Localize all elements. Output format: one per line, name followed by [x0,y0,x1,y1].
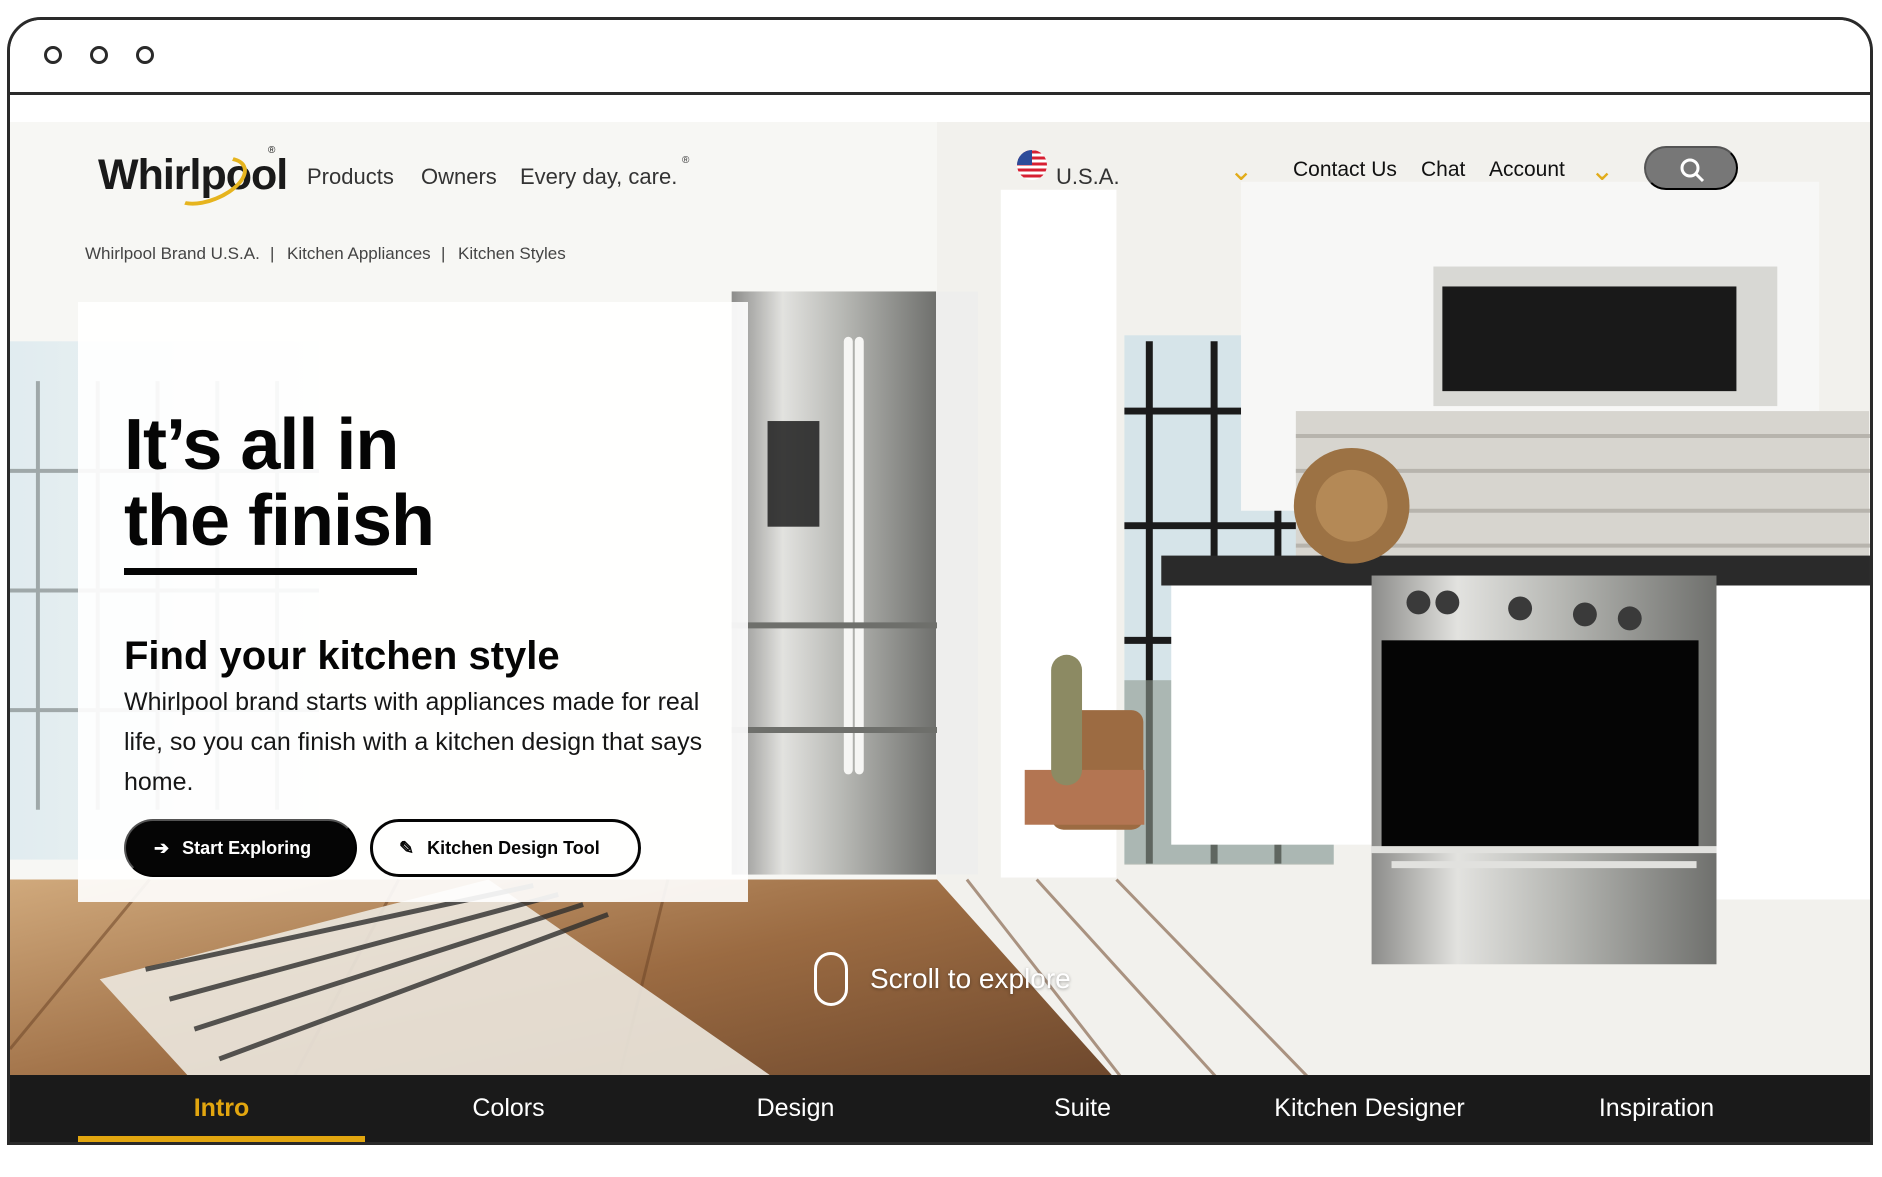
hero-title: It’s all in the finish [124,407,504,559]
hero-description: Whirlpool brand starts with appliances m… [124,688,703,796]
kitchen-design-tool-button[interactable]: ✎ Kitchen Design Tool [370,819,641,877]
pencil-icon: ✎ [399,837,415,858]
chat-link[interactable]: Chat [1421,158,1465,182]
start-exploring-button[interactable]: ➔ Start Exploring [124,819,357,877]
search-icon [1680,158,1705,183]
section-tab-suite[interactable]: Suite [939,1075,1226,1142]
account-link[interactable]: Account [1489,158,1565,182]
maximize-window-dot[interactable] [136,46,154,64]
minimize-window-dot[interactable] [90,46,108,64]
kitchen-design-tool-label: Kitchen Design Tool [427,837,600,858]
section-tab-colors[interactable]: Colors [365,1075,652,1142]
start-exploring-label: Start Exploring [182,837,312,858]
section-tab-inspiration[interactable]: Inspiration [1513,1075,1800,1142]
browser-window: Whirlpool ® Products Owners Every day, c… [7,17,1873,1145]
breadcrumb-separator: | [270,244,275,263]
logo-registered-mark: ® [268,145,276,156]
nav-products[interactable]: Products [307,164,394,190]
section-tab-kitchen-designer[interactable]: Kitchen Designer [1226,1075,1513,1142]
nav-owners[interactable]: Owners [421,164,497,190]
breadcrumb-kitchen-appliances[interactable]: Kitchen Appliances [287,244,431,264]
usa-flag-icon[interactable] [1016,149,1048,181]
contact-us-link[interactable]: Contact Us [1293,158,1397,182]
every-day-care-registered-mark: ® [682,155,690,166]
arrow-right-icon: ➔ [154,837,170,858]
account-chevron-down-icon[interactable]: ⌄ [1590,157,1614,186]
hero-title-line-2: the finish [124,481,435,562]
hero-content-panel [78,302,748,902]
scroll-to-explore-label: Scroll to explore [870,963,1071,994]
breadcrumb-separator: | [441,244,446,263]
section-tab-intro[interactable]: Intro [78,1075,365,1142]
breadcrumb-whirlpool-brand[interactable]: Whirlpool Brand U.S.A. [85,244,260,264]
section-tab-design[interactable]: Design [652,1075,939,1142]
search-button[interactable] [1644,146,1738,190]
nav-every-day-care[interactable]: Every day, care. [520,164,677,190]
section-tab-intro-label: Intro [193,1094,250,1122]
hero-title-divider [124,568,417,575]
whirlpool-page: Whirlpool ® Products Owners Every day, c… [10,122,1870,1142]
breadcrumb-kitchen-styles[interactable]: Kitchen Styles [458,244,566,264]
country-selector[interactable]: U.S.A. [1056,164,1120,190]
scroll-mouse-icon [814,952,848,1006]
section-navigation: Intro Colors Design Suite Kitchen Design… [10,1075,1870,1142]
scroll-hint[interactable]: Scroll to explore [814,952,1071,1006]
close-window-dot[interactable] [44,46,62,64]
active-tab-underline [78,1136,365,1142]
country-chevron-down-icon[interactable]: ⌄ [1229,157,1253,186]
hero-title-line-1: It’s all in [124,405,399,486]
browser-toolbar [10,20,1870,95]
hero-subtitle: Find your kitchen style [124,634,560,679]
